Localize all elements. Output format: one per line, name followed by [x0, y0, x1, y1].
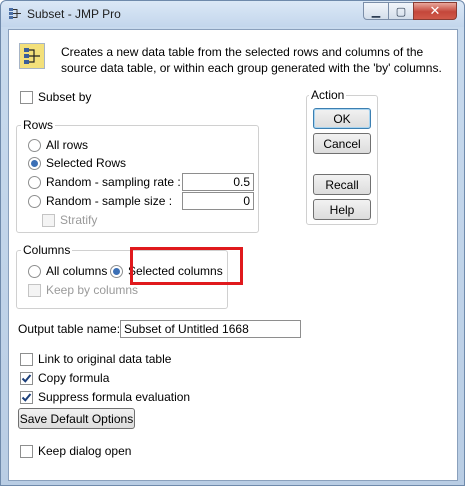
output-table-name-input[interactable] [120, 320, 301, 338]
selected-columns-highlight-box [130, 247, 243, 285]
save-default-options-button[interactable]: Save Default Options [18, 408, 135, 429]
subset-tree-icon [19, 43, 45, 69]
selected-rows-radio[interactable] [28, 156, 41, 170]
random-size-radio[interactable] [28, 194, 41, 208]
ok-button[interactable]: OK [313, 108, 371, 129]
output-label-text: Output table name: [18, 322, 121, 336]
keep-by-columns-label: Keep by columns [46, 283, 139, 297]
checkmark-icon [21, 392, 32, 402]
copy-formula-option[interactable]: Copy formula [20, 371, 109, 385]
action-legend: Action [309, 88, 347, 102]
suppress-formula-label: Suppress formula evaluation [38, 390, 191, 404]
help-button[interactable]: Help [313, 199, 371, 220]
selected-columns-radio[interactable] [110, 264, 123, 278]
subset-by-option[interactable]: Subset by [20, 90, 91, 104]
stratify-label: Stratify [60, 213, 98, 227]
keep-dialog-open-label: Keep dialog open [38, 444, 132, 458]
maximize-button[interactable]: ▢ [388, 2, 414, 20]
link-original-checkbox[interactable] [20, 352, 33, 366]
suppress-formula-option[interactable]: Suppress formula evaluation [20, 390, 190, 404]
random-rate-label: Random - sampling rate : [46, 175, 181, 189]
sampling-rate-input[interactable] [182, 173, 254, 191]
keep-dialog-open-checkbox[interactable] [20, 444, 33, 458]
selected-rows-option[interactable]: Selected Rows [28, 156, 126, 170]
recall-button[interactable]: Recall [313, 174, 371, 195]
close-icon: ✕ [429, 3, 441, 18]
copy-formula-label: Copy formula [38, 371, 110, 385]
dialog-description: Creates a new data table from the select… [61, 45, 442, 75]
dialog-client-area: Creates a new data table from the select… [8, 29, 458, 481]
subset-by-label: Subset by [38, 90, 92, 104]
columns-legend: Columns [21, 243, 73, 257]
link-original-option[interactable]: Link to original data table [20, 352, 171, 366]
stratify-option[interactable]: Stratify [42, 213, 97, 227]
radio-selected-dot [31, 159, 38, 167]
title-bar[interactable]: Subset - JMP Pro ▁ ▢ ✕ [1, 1, 464, 27]
random-size-option[interactable]: Random - sample size : [28, 194, 172, 208]
subset-by-checkbox[interactable] [20, 90, 33, 104]
sample-size-input[interactable] [182, 192, 254, 210]
jmp-app-icon [8, 7, 22, 21]
window-title: Subset - JMP Pro [27, 7, 121, 21]
keep-by-columns-checkbox[interactable] [28, 283, 41, 297]
all-rows-option[interactable]: All rows [28, 138, 88, 152]
caption-buttons: ▁ ▢ ✕ [363, 2, 457, 20]
random-size-label: Random - sample size : [46, 194, 173, 208]
rows-legend: Rows [21, 118, 56, 132]
all-rows-label: All rows [46, 138, 89, 152]
all-columns-label: All columns [46, 264, 108, 278]
output-table-name-label: Output table name: [18, 322, 120, 336]
checkmark-icon [21, 373, 32, 383]
subset-dialog-window: Subset - JMP Pro ▁ ▢ ✕ Creates a new dat… [0, 0, 465, 486]
all-rows-radio[interactable] [28, 138, 41, 152]
all-columns-option[interactable]: All columns [28, 264, 107, 278]
selected-rows-label: Selected Rows [46, 156, 127, 170]
copy-formula-checkbox[interactable] [20, 371, 33, 385]
all-columns-radio[interactable] [28, 264, 41, 278]
suppress-formula-checkbox[interactable] [20, 390, 33, 404]
close-button[interactable]: ✕ [413, 2, 457, 20]
minimize-icon: ▁ [371, 5, 381, 18]
keep-by-columns-option[interactable]: Keep by columns [28, 283, 138, 297]
minimize-button[interactable]: ▁ [363, 2, 389, 20]
maximize-icon: ▢ [395, 5, 407, 18]
keep-dialog-open-option[interactable]: Keep dialog open [20, 444, 131, 458]
cancel-button[interactable]: Cancel [313, 133, 371, 154]
random-rate-option[interactable]: Random - sampling rate : [28, 175, 181, 189]
radio-selected-dot [113, 267, 120, 275]
stratify-checkbox[interactable] [42, 213, 55, 227]
random-rate-radio[interactable] [28, 175, 41, 189]
link-original-label: Link to original data table [38, 352, 172, 366]
